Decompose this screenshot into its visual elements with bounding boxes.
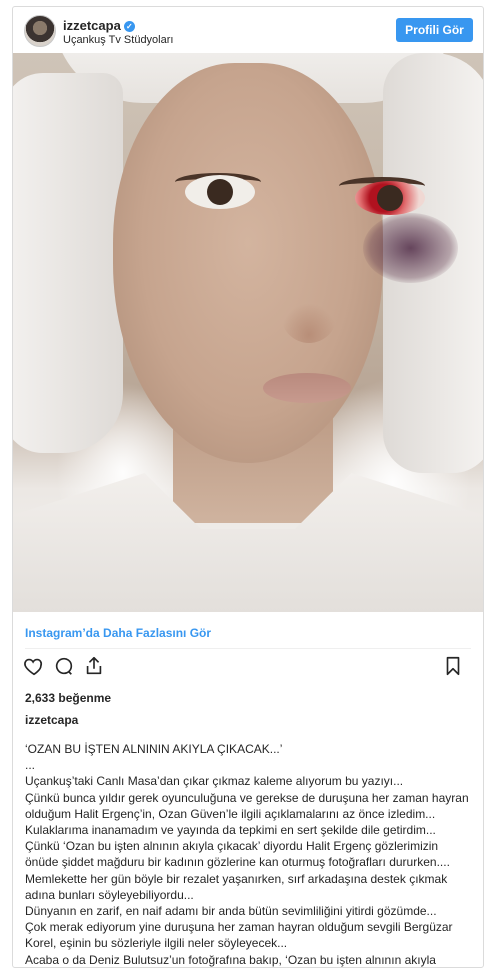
view-more-on-instagram-link[interactable]: Instagram’da Daha Fazlasını Gör <box>25 626 211 640</box>
iris-shape <box>377 185 403 211</box>
bookmark-icon[interactable] <box>442 655 468 681</box>
towel-shape <box>13 73 123 453</box>
comment-bubble-icon[interactable] <box>53 655 79 681</box>
post-owner-username[interactable]: izzetcapa <box>25 713 78 727</box>
caption-line: Acaba o da Deniz Bulutsuz’un fotoğrafına… <box>25 952 436 967</box>
post-header: izzetcapa ✓ Uçankuş Tv Stüdyoları Profili… <box>13 7 483 53</box>
post-caption: ‘OZAN BU İŞTEN ALNININ AKIYLA ÇIKACAK...… <box>25 741 475 967</box>
caption-line: Dünyanın en zarif, en naif adamı bir and… <box>25 904 437 919</box>
bruise-shape <box>363 213 458 283</box>
verified-badge-icon: ✓ <box>123 21 135 32</box>
eye-shape <box>355 181 425 215</box>
share-icon[interactable] <box>83 655 109 681</box>
caption-line: Uçankuş’taki Canlı Masa’dan çıkar çıkmaz… <box>25 774 404 789</box>
action-bar <box>13 655 483 685</box>
caption-line: adına bunları söyleyebiliyordu... <box>25 887 194 902</box>
caption-line: ... <box>25 758 36 773</box>
like-count[interactable]: 2,633 beğenme <box>25 691 111 705</box>
lips-shape <box>263 373 351 403</box>
location[interactable]: Uçankuş Tv Stüdyoları <box>63 34 173 46</box>
caption-line: Çok merak ediyorum yine duruşuna her zam… <box>25 920 453 935</box>
username[interactable]: izzetcapa <box>63 18 121 33</box>
eye-shape <box>185 175 255 209</box>
caption-line: Çünkü bunca yıldır gerek oyunculuğuna ve… <box>25 790 469 805</box>
caption-line: Kulaklarıma inanamadım ve yayında da tep… <box>25 823 436 838</box>
view-profile-button[interactable]: Profili Gör <box>396 18 473 42</box>
nose-shape <box>281 303 337 343</box>
post-photo[interactable] <box>13 53 483 612</box>
divider <box>25 648 471 649</box>
heart-icon[interactable] <box>23 655 49 681</box>
caption-line: Korel, eşinin bu sözleriyle ilgili neler… <box>25 936 288 951</box>
instagram-embed-card: izzetcapa ✓ Uçankuş Tv Stüdyoları Profili… <box>12 6 484 968</box>
caption-line: Çünkü ‘Ozan bu işten alnının akıyla çıka… <box>25 839 439 854</box>
avatar[interactable] <box>24 15 56 47</box>
caption-line: Memlekette her gün böyle bir rezalet yaş… <box>25 871 448 886</box>
caption-line: önüde şiddet mağduru bir kadının gözleri… <box>25 855 450 870</box>
username-row[interactable]: izzetcapa ✓ <box>63 18 135 33</box>
face-shape <box>113 63 458 463</box>
caption-line: ‘OZAN BU İŞTEN ALNININ AKIYLA ÇIKACAK...… <box>25 742 283 756</box>
caption-line: olduğum Halit Ergenç’in, Ozan Güven’le i… <box>25 806 436 821</box>
iris-shape <box>207 179 233 205</box>
